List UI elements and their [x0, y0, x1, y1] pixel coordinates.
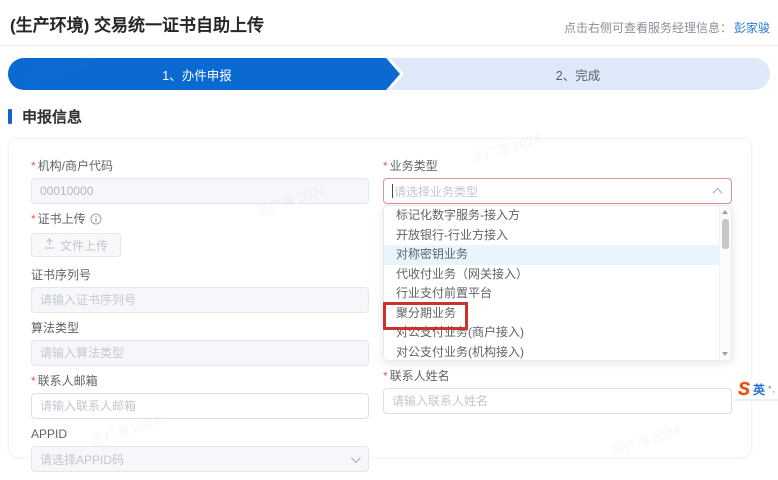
required-mark: *: [31, 374, 36, 388]
field-contact-name: *联系人姓名: [383, 369, 732, 414]
dropdown-option[interactable]: 行业支付前置平台: [384, 284, 731, 304]
field-biz-type: *业务类型 请选择业务类型: [383, 159, 732, 204]
upload-button-label: 文件上传: [60, 237, 108, 254]
biz-type-placeholder: 请选择业务类型: [394, 183, 714, 200]
required-mark: *: [383, 369, 388, 383]
contact-email-label-text: 联系人邮箱: [38, 374, 98, 388]
file-upload-button: 文件上传: [31, 233, 121, 257]
ime-mode-indicator[interactable]: 英: [753, 381, 765, 398]
cert-upload-label: *证书上传: [31, 212, 369, 228]
form-left-column: *机构/商户代码 *证书上传 文件上传 证书序列号 算法类型 *联系人邮箱 AP…: [31, 159, 369, 480]
appid-label-text: APPID: [31, 427, 67, 441]
text-cursor: [392, 184, 393, 198]
org-code-label-text: 机构/商户代码: [38, 159, 113, 173]
ime-toolbar[interactable]: S 英 *,: [734, 379, 778, 401]
field-cert-serial: 证书序列号: [31, 268, 369, 313]
contact-email-input[interactable]: [31, 393, 369, 419]
field-algo-type: 算法类型: [31, 321, 369, 366]
scrollbar-thumb[interactable]: [722, 219, 729, 249]
field-appid: APPID 请选择APPID码: [31, 427, 369, 472]
chevron-down-icon: [351, 453, 361, 463]
cert-serial-label: 证书序列号: [31, 268, 369, 282]
algo-type-label: 算法类型: [31, 321, 369, 335]
service-manager-info: 点击右侧可查看服务经理信息：彭家骏: [564, 19, 770, 36]
declare-form-card: *机构/商户代码 *证书上传 文件上传 证书序列号 算法类型 *联系人邮箱 AP…: [8, 138, 752, 458]
algo-type-label-text: 算法类型: [31, 321, 79, 335]
section-header: 申报信息: [8, 106, 82, 127]
dropdown-option[interactable]: 对公支付业务(机构接入): [384, 343, 731, 362]
contact-email-label: *联系人邮箱: [31, 374, 369, 388]
cert-serial-label-text: 证书序列号: [31, 268, 91, 282]
section-title-text: 申报信息: [22, 106, 82, 127]
manager-name-link[interactable]: 彭家骏: [734, 21, 770, 35]
field-org-code: *机构/商户代码: [31, 159, 369, 204]
info-icon[interactable]: [90, 213, 102, 228]
dropdown-option[interactable]: 开放银行-行业方接入: [384, 226, 731, 246]
header: (生产环境) 交易统一证书自助上传 点击右侧可查看服务经理信息：彭家骏: [0, 0, 778, 46]
required-mark: *: [383, 159, 388, 173]
stepper: 1、办件申报 2、完成: [8, 58, 770, 90]
step-2-label: 2、完成: [556, 65, 600, 84]
appid-select: 请选择APPID码: [31, 446, 369, 472]
dropdown-option[interactable]: 对公支付业务(商户接入): [384, 323, 731, 343]
org-code-input: [31, 178, 369, 204]
org-code-label: *机构/商户代码: [31, 159, 369, 173]
cert-upload-label-text: 证书上传: [38, 212, 86, 226]
appid-label: APPID: [31, 427, 369, 441]
field-cert-upload: *证书上传 文件上传: [31, 212, 369, 257]
biz-type-select[interactable]: 请选择业务类型: [383, 178, 732, 204]
dropdown-scrollbar[interactable]: [719, 206, 731, 360]
appid-placeholder: 请选择APPID码: [40, 451, 351, 468]
manager-hint-text: 点击右侧可查看服务经理信息：: [564, 21, 732, 35]
upload-icon: [44, 238, 55, 252]
page-title: (生产环境) 交易统一证书自助上传: [10, 11, 264, 36]
dropdown-option[interactable]: 标记化数字服务-接入方: [384, 206, 731, 226]
biz-type-label: *业务类型: [383, 159, 732, 173]
dropdown-option-annotated[interactable]: 聚分期业务: [384, 304, 731, 324]
biz-type-label-text: 业务类型: [390, 159, 438, 173]
chevron-up-icon: [713, 187, 723, 197]
section-accent-bar: [8, 109, 12, 124]
required-mark: *: [31, 212, 36, 226]
field-contact-email: *联系人邮箱: [31, 374, 369, 419]
step-1-label: 1、办件申报: [162, 65, 231, 84]
biz-type-dropdown: 标记化数字服务-接入方 开放银行-行业方接入 对称密钥业务 代收付业务（网关接入…: [383, 205, 732, 361]
step-1-declare[interactable]: 1、办件申报: [8, 58, 386, 90]
ime-extra-icons[interactable]: *,: [768, 384, 776, 394]
algo-type-input: [31, 340, 369, 366]
sogou-logo-icon: S: [738, 380, 750, 398]
contact-name-input[interactable]: [383, 388, 732, 414]
contact-name-label-text: 联系人姓名: [390, 369, 450, 383]
dropdown-option-highlighted[interactable]: 对称密钥业务: [384, 245, 731, 265]
dropdown-option[interactable]: 代收付业务（网关接入）: [384, 265, 731, 285]
cert-serial-input: [31, 287, 369, 313]
scroll-down-arrow-icon[interactable]: [722, 352, 728, 356]
scroll-up-arrow-icon[interactable]: [722, 210, 728, 214]
step-2-finish: 2、完成: [386, 58, 770, 90]
required-mark: *: [31, 159, 36, 173]
contact-name-label: *联系人姓名: [383, 369, 732, 383]
